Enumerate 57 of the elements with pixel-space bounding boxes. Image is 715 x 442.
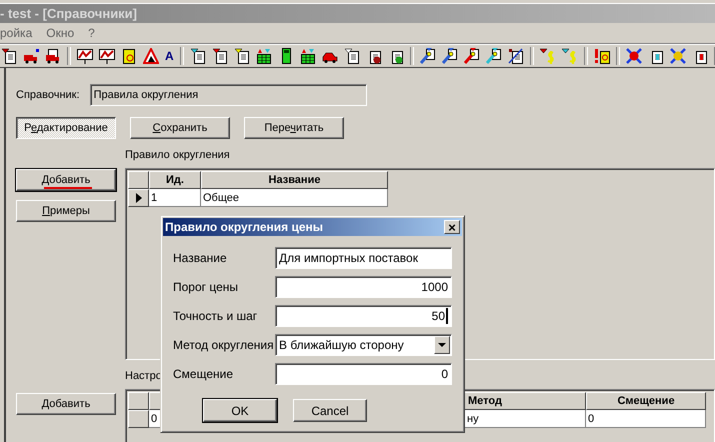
- input-field[interactable]: 50: [275, 305, 452, 327]
- field-label: Порог цены: [173, 280, 240, 294]
- side-button[interactable]: Примеры: [16, 200, 116, 222]
- documents-pen-icon[interactable]: [420, 48, 436, 64]
- dialog-button[interactable]: Cancel: [293, 399, 367, 422]
- document-arrow-icon[interactable]: [486, 48, 502, 64]
- table-cell: 0: [586, 410, 706, 428]
- document-icon[interactable]: [344, 48, 360, 64]
- triangle-icon[interactable]: [143, 48, 159, 64]
- action-button[interactable]: Перечитать: [244, 117, 344, 139]
- truck-icon[interactable]: [23, 48, 39, 64]
- field-label: Смещение: [173, 367, 234, 381]
- action-button[interactable]: Редактирование: [16, 117, 116, 139]
- close-button[interactable]: ×: [444, 220, 460, 234]
- column-header: Смещение: [586, 392, 706, 410]
- dropdown-arrow-icon: [438, 343, 446, 347]
- side-button[interactable]: Добавить: [16, 169, 116, 191]
- document-arrow-icon[interactable]: [190, 48, 206, 64]
- document-arrow-icon[interactable]: [212, 48, 228, 64]
- menu-item[interactable]: ройка: [0, 26, 32, 40]
- spreadsheet-icon[interactable]: [300, 48, 316, 64]
- dollar-arrow-icon[interactable]: [562, 48, 578, 64]
- method-dropdown[interactable]: В ближайшую сторону: [275, 334, 452, 356]
- input-field[interactable]: 1000: [275, 276, 452, 298]
- field-label: Название: [173, 251, 228, 265]
- menu-item[interactable]: Окно: [46, 26, 74, 40]
- add-button[interactable]: Добавить: [16, 393, 116, 415]
- table-cell: 1: [149, 189, 201, 207]
- burst-icon[interactable]: [626, 48, 642, 64]
- column-header: Ид.: [149, 171, 201, 189]
- font-button[interactable]: A: [165, 48, 174, 62]
- input-field[interactable]: Для импортных поставок: [275, 247, 452, 269]
- chart-board-icon[interactable]: [99, 48, 115, 64]
- document-slash-icon[interactable]: [508, 48, 524, 64]
- spreadsheet-icon[interactable]: [256, 48, 272, 64]
- checklist-icon[interactable]: [1, 48, 17, 64]
- documents-pen-icon[interactable]: [442, 48, 458, 64]
- table-cell: Общее: [201, 189, 388, 207]
- directory-field: Правила округления: [90, 84, 367, 106]
- document-arrow-icon[interactable]: [234, 48, 250, 64]
- burst-icon[interactable]: [670, 48, 686, 64]
- field-label: Точность и шаг: [173, 309, 258, 323]
- dialog-button[interactable]: OK: [203, 399, 277, 422]
- dollar-arrow-icon[interactable]: [540, 48, 556, 64]
- chart-board-icon[interactable]: [77, 48, 93, 64]
- document-truck-icon[interactable]: [45, 48, 61, 64]
- action-button[interactable]: Сохранить: [130, 117, 230, 139]
- current-row-icon: [134, 193, 142, 203]
- window-title: - test - [Справочники]: [0, 6, 138, 21]
- field-label: Метод округления: [173, 338, 275, 352]
- directory-label: Справочник:: [16, 89, 80, 101]
- document-arrow-icon[interactable]: [464, 48, 480, 64]
- section-title: Правило округления: [125, 149, 230, 162]
- input-field[interactable]: 0: [275, 363, 452, 385]
- dialog-title: Правило округления цены: [165, 220, 324, 234]
- menu-item[interactable]: ?: [88, 26, 95, 40]
- column-header: Название: [201, 171, 388, 189]
